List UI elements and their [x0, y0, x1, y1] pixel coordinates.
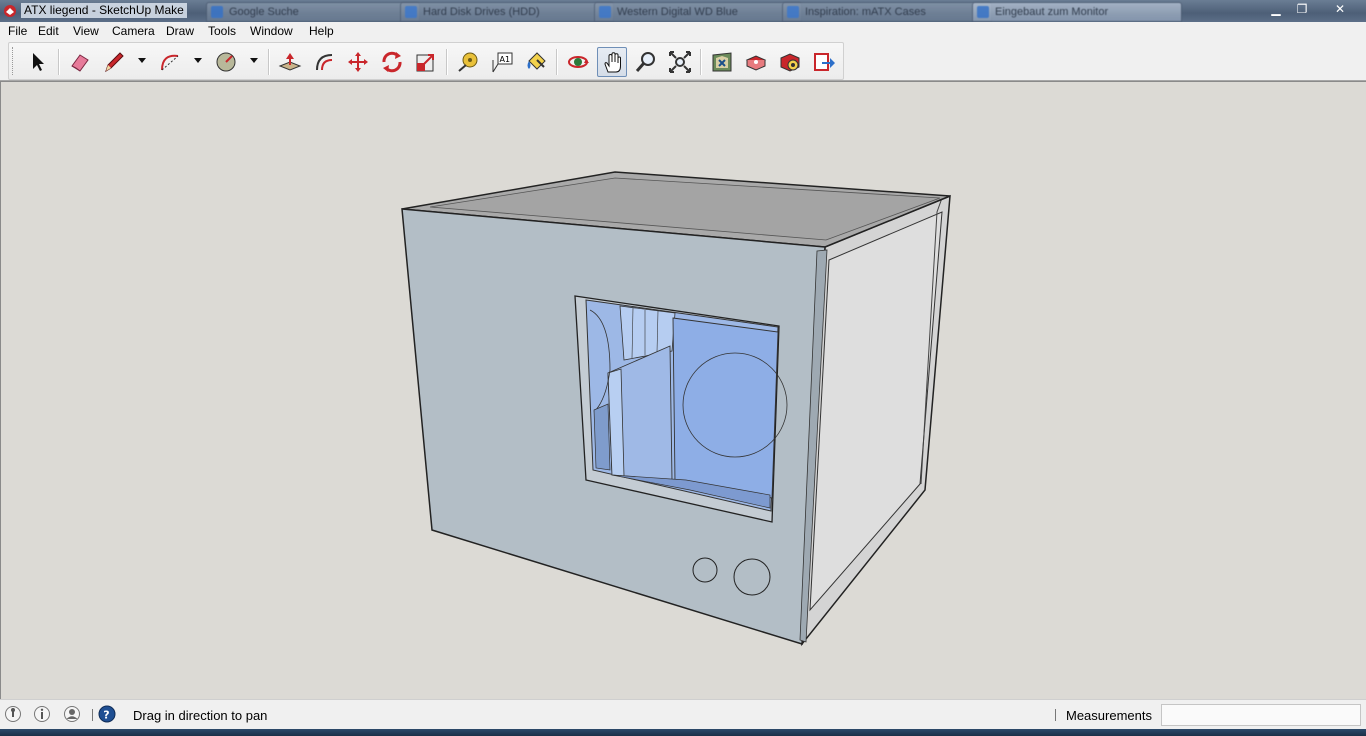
pan-hand-icon	[604, 52, 621, 73]
browser-tab-icon	[977, 6, 989, 18]
status-message: Drag in direction to pan	[133, 708, 268, 723]
toolbar-separator	[700, 49, 701, 75]
background-window-tab[interactable]: Eingebaut zum Monitor	[972, 2, 1182, 22]
svg-text:?: ?	[103, 708, 109, 721]
getting-started-toolbar: A1	[8, 42, 844, 80]
measurements-input[interactable]	[1161, 704, 1361, 726]
paint-bucket-tool-button[interactable]	[521, 47, 551, 77]
model-canvas[interactable]	[0, 81, 1366, 699]
menu-tools[interactable]: Tools	[208, 24, 236, 39]
tape-measure-icon	[458, 52, 478, 72]
measurements-label: Measurements	[1066, 708, 1152, 723]
menu-file[interactable]: File	[8, 24, 27, 39]
toolbar-separator	[268, 49, 269, 75]
interior-lower-block	[593, 403, 611, 471]
line-tool-button[interactable]	[99, 47, 129, 77]
select-arrow-icon	[33, 53, 44, 71]
offset-icon	[316, 54, 333, 71]
send-to-layout-button[interactable]	[809, 47, 839, 77]
zoom-extents-icon	[669, 51, 691, 73]
toolbar-separator	[556, 49, 557, 75]
toolbar-separator	[58, 49, 59, 75]
status-separator	[92, 709, 93, 721]
svg-text:A1: A1	[500, 55, 511, 64]
minimize-button[interactable]: ▁	[1264, 1, 1288, 17]
background-window-tab[interactable]: Western Digital WD Blue	[594, 2, 802, 22]
help-icon[interactable]: ?	[98, 705, 116, 723]
menu-bar: File Edit View Camera Draw Tools Window …	[0, 22, 1366, 42]
rotate-tool-button[interactable]	[377, 47, 407, 77]
text-label-icon: A1	[492, 52, 513, 73]
status-bar: ? Drag in direction to pan Measurements	[0, 699, 1366, 730]
window-title: ATX liegend - SketchUp Make	[21, 3, 187, 18]
title-bar: ATX liegend - SketchUp Make Google Suche…	[0, 0, 1366, 22]
credits-icon[interactable]	[33, 705, 51, 723]
extension-warehouse-button[interactable]	[775, 47, 805, 77]
paint-bucket-icon	[527, 52, 546, 70]
arc-icon	[161, 54, 179, 71]
move-tool-button[interactable]	[343, 47, 373, 77]
3d-warehouse-button[interactable]	[707, 47, 737, 77]
circle-shape-icon	[216, 52, 236, 72]
geo-location-icon[interactable]	[4, 705, 22, 723]
scale-tool-button[interactable]	[411, 47, 441, 77]
menu-help[interactable]: Help	[309, 24, 334, 39]
pencil-line-icon	[105, 52, 124, 73]
toolbar: A1	[0, 41, 1366, 81]
close-button[interactable]: ✕	[1328, 1, 1352, 17]
background-window-tab[interactable]: Inspiration: mATX Cases	[782, 2, 992, 22]
eraser-icon	[71, 54, 89, 72]
offset-tool-button[interactable]	[309, 47, 339, 77]
menu-view[interactable]: View	[73, 24, 99, 39]
toolbar-grip[interactable]	[12, 47, 16, 75]
toolbar-separator	[446, 49, 447, 75]
drawing-viewport[interactable]	[0, 81, 1366, 699]
restore-button[interactable]: ❐	[1290, 1, 1314, 17]
reset-button	[733, 558, 771, 596]
zoom-extents-tool-button[interactable]	[665, 47, 695, 77]
share-model-icon	[745, 55, 767, 71]
arc-tool-button[interactable]	[155, 47, 185, 77]
browser-tab-icon	[599, 6, 611, 18]
pan-tool-button[interactable]	[597, 47, 627, 77]
os-taskbar	[0, 729, 1366, 736]
browser-tab-icon	[211, 6, 223, 18]
orbit-icon	[568, 56, 589, 68]
browser-tab-icon	[405, 6, 417, 18]
arc-tool-dropdown[interactable]	[194, 58, 202, 63]
3d-warehouse-icon	[712, 52, 732, 72]
background-window-tab[interactable]: Google Suche	[206, 2, 420, 22]
send-to-layout-icon	[814, 53, 835, 71]
scale-icon	[416, 54, 434, 72]
zoom-tool-button[interactable]	[631, 47, 661, 77]
push-pull-icon	[278, 53, 302, 71]
text-tool-button[interactable]: A1	[487, 47, 517, 77]
move-icon	[348, 52, 368, 72]
push-pull-tool-button[interactable]	[275, 47, 305, 77]
share-model-button[interactable]	[741, 47, 771, 77]
select-tool-button[interactable]	[23, 47, 53, 77]
background-window-tab[interactable]: Hard Disk Drives (HDD)	[400, 2, 614, 22]
zoom-icon	[635, 52, 655, 72]
power-button	[692, 557, 718, 583]
line-tool-dropdown[interactable]	[138, 58, 146, 63]
menu-draw[interactable]: Draw	[166, 24, 194, 39]
rotate-icon	[382, 51, 402, 73]
account-icon[interactable]	[63, 705, 81, 723]
orbit-tool-button[interactable]	[563, 47, 593, 77]
shape-tool-dropdown[interactable]	[250, 58, 258, 63]
browser-tab-icon	[787, 6, 799, 18]
status-separator	[1055, 709, 1056, 721]
menu-camera[interactable]: Camera	[112, 24, 155, 39]
menu-edit[interactable]: Edit	[38, 24, 59, 39]
sketchup-app-icon	[4, 5, 16, 17]
menu-window[interactable]: Window	[250, 24, 293, 39]
interior-fan-housing	[672, 317, 779, 499]
extension-warehouse-icon	[780, 53, 800, 72]
shape-tool-button[interactable]	[211, 47, 241, 77]
eraser-tool-button[interactable]	[65, 47, 95, 77]
tape-measure-tool-button[interactable]	[453, 47, 483, 77]
